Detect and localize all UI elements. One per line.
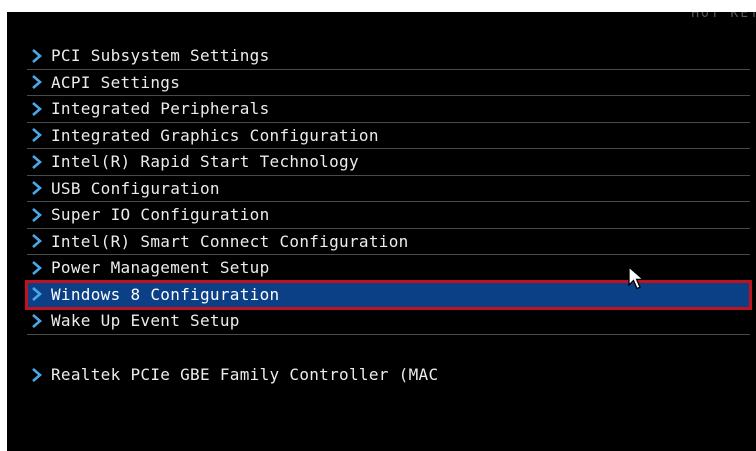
menu-item-label: Intel(R) Smart Connect Configuration [51,231,409,251]
mouse-cursor-icon [628,266,645,290]
menu-spacer [27,335,751,362]
settings-menu: PCI Subsystem Settings ACPI Settings Int… [25,43,752,389]
menu-item-label: Wake Up Event Setup [51,311,240,331]
chevron-right-icon [32,313,42,328]
hotkey-label[interactable]: HOT KEY [691,12,756,21]
menu-item-super-io-configuration[interactable]: Super IO Configuration [27,202,750,229]
bios-screen: HOT KEY PCI Subsystem Settings ACPI Sett… [7,12,756,451]
chevron-right-icon [32,101,42,116]
menu-item-label: Integrated Peripherals [51,99,270,119]
menu-item-pci-subsystem-settings[interactable]: PCI Subsystem Settings [27,43,750,70]
menu-item-acpi-settings[interactable]: ACPI Settings [27,70,750,96]
menu-item-label: Windows 8 Configuration [51,284,280,304]
chevron-right-icon [32,48,42,63]
chevron-right-icon [32,181,42,196]
chevron-right-icon [32,367,42,382]
menu-item-intel-rapid-start-technology[interactable]: Intel(R) Rapid Start Technology [27,149,750,176]
menu-item-label: Super IO Configuration [51,205,270,225]
menu-item-usb-configuration[interactable]: USB Configuration [27,176,750,202]
menu-item-label: Intel(R) Rapid Start Technology [51,152,359,172]
menu-item-wake-up-event-setup[interactable]: Wake Up Event Setup [27,308,750,335]
menu-item-realtek-controller[interactable]: Realtek PCIe GBE Family Controller (MAC [27,362,587,389]
menu-item-intel-smart-connect-configuration[interactable]: Intel(R) Smart Connect Configuration [27,229,750,255]
chevron-right-icon [32,260,42,275]
chevron-right-icon [32,75,42,90]
menu-item-label: Power Management Setup [51,258,270,278]
menu-item-label: Integrated Graphics Configuration [51,125,379,145]
chevron-right-icon [32,128,42,143]
chevron-right-icon [32,207,42,222]
chevron-right-icon [32,234,42,249]
menu-item-integrated-graphics-configuration[interactable]: Integrated Graphics Configuration [27,123,750,149]
menu-item-label: USB Configuration [51,178,220,198]
chevron-right-icon [32,154,42,169]
menu-item-label: ACPI Settings [51,72,181,92]
menu-item-integrated-peripherals[interactable]: Integrated Peripherals [27,96,750,123]
menu-item-label: PCI Subsystem Settings [51,46,270,66]
chevron-right-icon [32,287,42,302]
menu-item-label: Realtek PCIe GBE Family Controller (MAC [51,365,439,385]
